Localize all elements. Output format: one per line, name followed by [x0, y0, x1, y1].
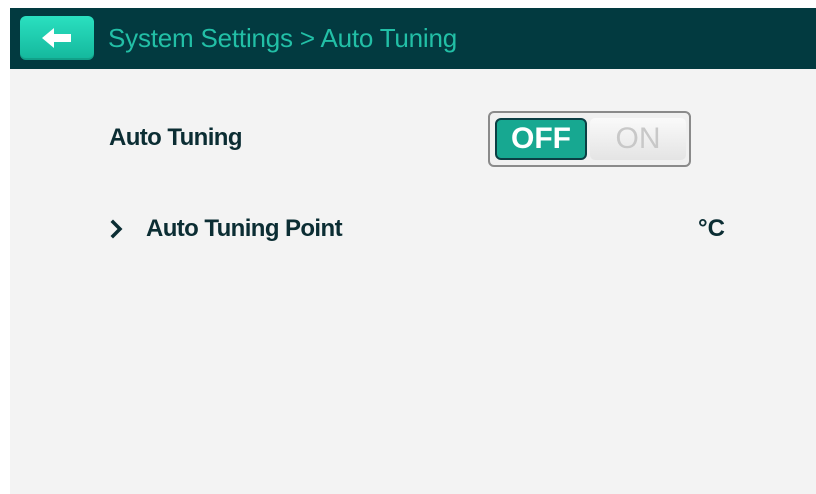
toggle-off-option[interactable]: OFF [495, 118, 587, 160]
auto-tuning-point-label[interactable]: Auto Tuning Point [146, 215, 343, 243]
auto-tuning-label: Auto Tuning [109, 124, 243, 151]
chevron-right-icon [110, 219, 124, 244]
auto-tuning-point-unit: °C [698, 215, 725, 242]
toggle-on-option[interactable]: ON [590, 118, 686, 160]
breadcrumb: System Settings > Auto Tuning [108, 23, 458, 53]
title-bar: System Settings > Auto Tuning [10, 8, 816, 69]
back-button[interactable] [20, 16, 94, 60]
screen: System Settings > Auto Tuning Auto Tunin… [10, 8, 816, 494]
arrow-left-icon [40, 26, 74, 50]
auto-tuning-toggle[interactable]: OFF ON [488, 111, 691, 167]
